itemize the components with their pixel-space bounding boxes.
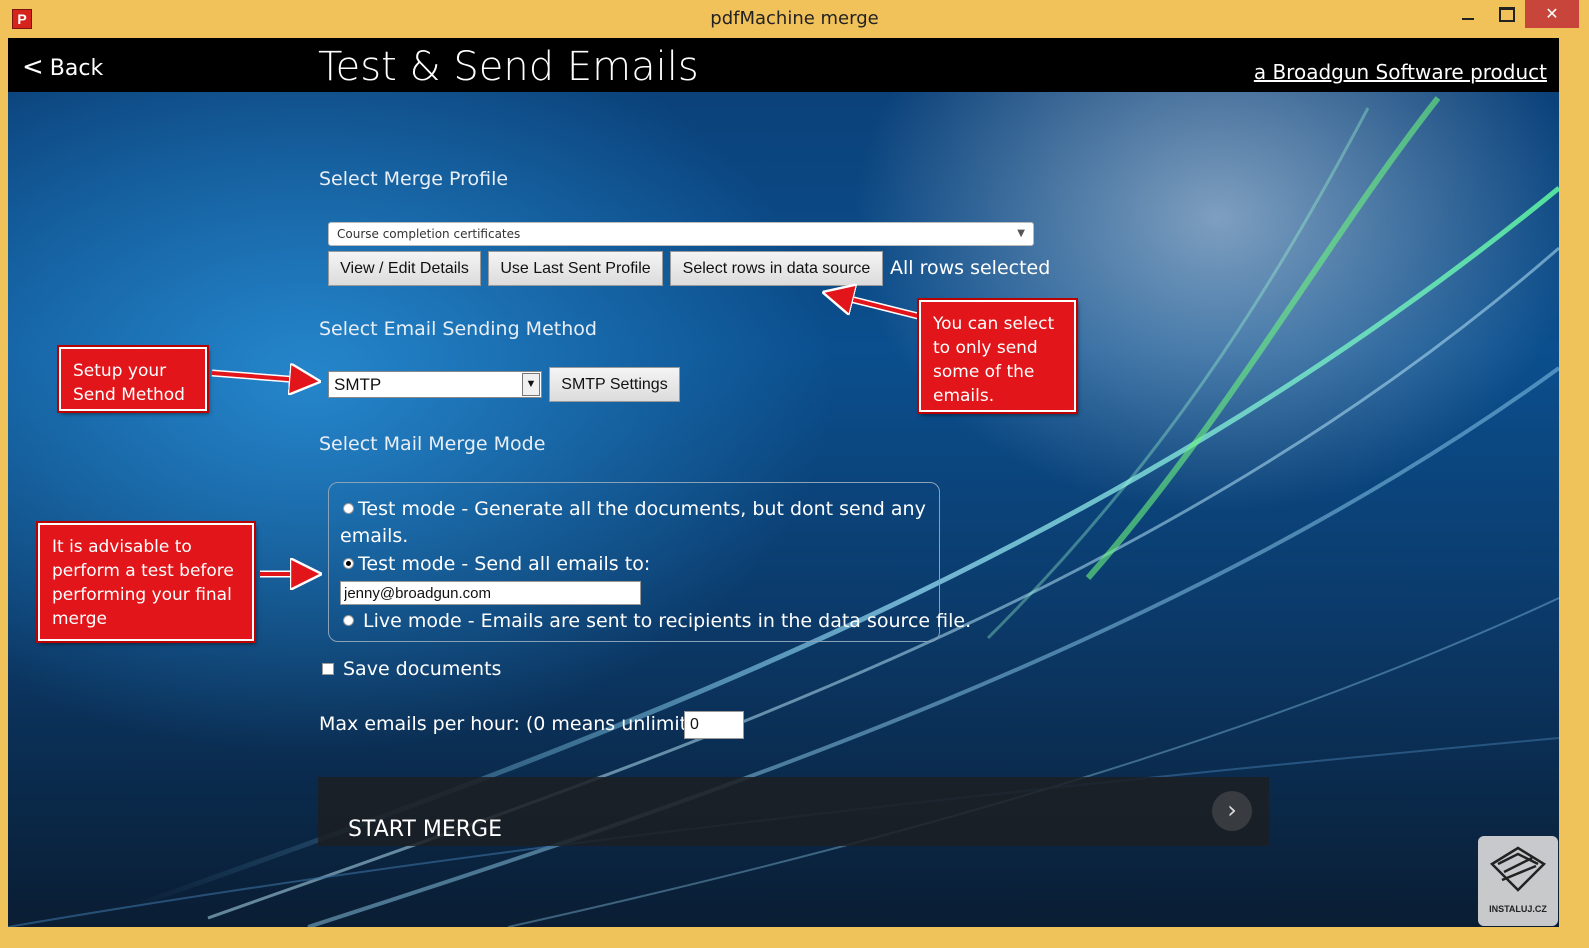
maximize-icon[interactable]: [1491, 0, 1521, 28]
callout-line: some of the: [933, 362, 1035, 382]
instaluj-watermark: INSTALUJ.CZ: [1478, 836, 1558, 926]
callout-line: Send Method: [73, 385, 185, 405]
callout-line: to only send: [933, 338, 1038, 358]
callout-send-method: Setup your Send Method: [57, 345, 209, 413]
minimize-icon[interactable]: [1453, 0, 1483, 28]
title-bar: P pdfMachine merge ✕: [0, 0, 1589, 38]
callout-test-advice: It is advisable to perform a test before…: [36, 521, 256, 643]
callout-line: merge: [52, 609, 107, 629]
callout-line: perform a test before: [52, 561, 234, 581]
watermark-text: INSTALUJ.CZ: [1489, 904, 1547, 914]
callout-line: Setup your: [73, 361, 167, 381]
callout-line: It is advisable to: [52, 537, 192, 557]
callout-arrows: [211, 38, 919, 927]
callout-line: You can select: [933, 314, 1055, 334]
callout-select-rows: You can select to only send some of the …: [917, 298, 1078, 414]
main-content: < Back Test & Send Emails a Broadgun Soft…: [8, 38, 1559, 927]
callout-line: performing your final: [52, 585, 232, 605]
window-title: pdfMachine merge: [710, 8, 879, 29]
callout-line: emails.: [933, 386, 995, 406]
watermark-logo-icon: [1489, 846, 1547, 892]
app-window: P pdfMachine merge ✕ < Back Test & Send …: [0, 0, 1589, 948]
close-icon[interactable]: ✕: [1525, 0, 1579, 28]
arrow-rows: [830, 294, 919, 318]
